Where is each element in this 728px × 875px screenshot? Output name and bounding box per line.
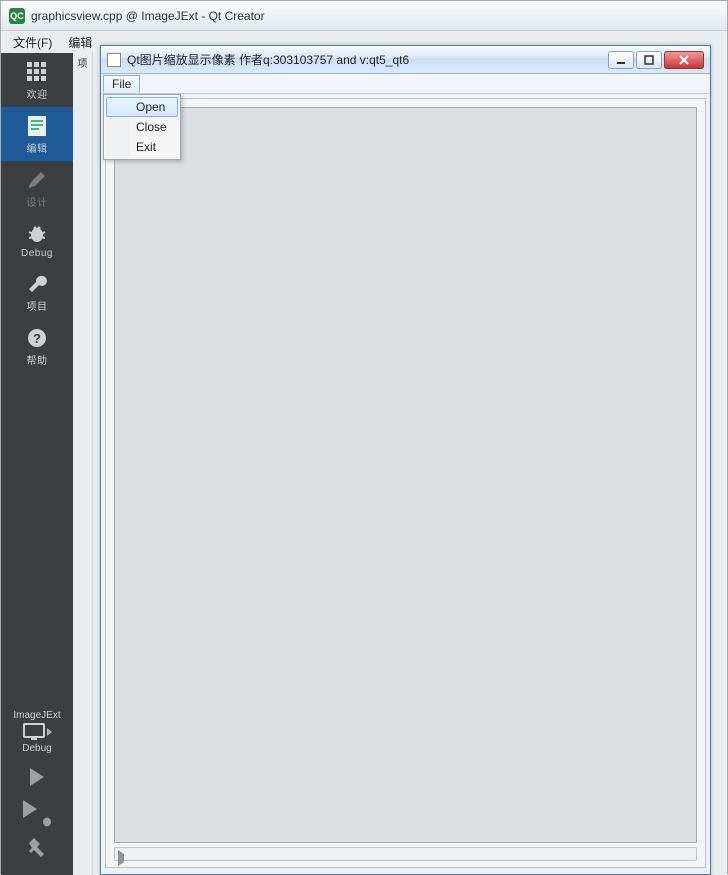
close-button[interactable] [664,51,704,69]
sidebar-help[interactable]: ? 帮助 [1,319,73,373]
main-titlebar[interactable]: QC graphicsview.cpp @ ImageJExt - Qt Cre… [1,1,727,31]
run-button[interactable] [30,768,44,786]
sidebar-item-label: 编辑 [27,140,48,155]
run-debug-button[interactable] [23,800,51,824]
pencil-icon [26,169,48,191]
menu-item-open[interactable]: Open [106,97,178,117]
sidebar-item-label: 欢迎 [27,86,48,101]
child-menubar: File [101,74,710,94]
sidebar-item-label: 设计 [27,194,48,209]
sidebar-item-label: Debug [21,248,53,259]
sidebar-project[interactable]: 项目 [1,265,73,319]
menu-item-close[interactable]: Close [106,117,178,137]
menu-item-exit[interactable]: Exit [106,137,178,157]
grid-icon [26,61,48,83]
main-title: graphicsview.cpp @ ImageJExt - Qt Creato… [31,9,265,23]
horizontal-scrollbar[interactable] [114,847,697,861]
child-menu-file[interactable]: File [103,75,140,93]
main-window: QC graphicsview.cpp @ ImageJExt - Qt Cre… [0,0,728,874]
minimize-button[interactable] [608,51,634,69]
child-title: Qt图片缩放显示像素 作者q:303103757 and v:qt5_qt6 [127,51,608,68]
menu-edit[interactable]: 编辑 [60,32,100,53]
sidebar-design[interactable]: 设计 [1,161,73,215]
chevron-right-icon [47,728,52,736]
child-app-icon [107,53,121,67]
menu-file[interactable]: 文件(F) [5,32,60,53]
child-titlebar[interactable]: Qt图片缩放显示像素 作者q:303103757 and v:qt5_qt6 [101,46,710,74]
app-icon: QC [9,8,25,24]
document-icon [26,115,48,137]
kit-name[interactable]: ImageJExt [13,710,60,721]
target-selector[interactable] [23,723,52,741]
svg-text:?: ? [33,331,41,346]
sidebar-editor[interactable]: 编辑 [1,107,73,161]
window-buttons [608,51,704,69]
sidebar-item-label: 项目 [27,298,48,313]
project-strip[interactable]: 项 [73,53,93,875]
file-dropdown: Open Close Exit [103,94,181,160]
graphics-view[interactable] [114,107,697,843]
help-icon: ? [26,327,48,349]
sidebar-welcome[interactable]: 欢迎 [1,53,73,107]
wrench-icon [26,273,48,295]
build-config[interactable]: Debug [22,743,51,754]
mode-sidebar: 欢迎 编辑 设计 Debug [1,53,73,875]
maximize-button[interactable] [636,51,662,69]
sidebar-debug[interactable]: Debug [1,215,73,265]
bug-overlay-icon [41,814,53,826]
child-window: Qt图片缩放显示像素 作者q:303103757 and v:qt5_qt6 F… [100,45,711,875]
sidebar-bottom: ImageJExt Debug [1,704,73,875]
monitor-icon [23,723,45,741]
child-client-area [105,98,706,868]
sidebar-item-label: 帮助 [27,352,48,367]
build-button[interactable] [26,836,48,863]
strip-label: 项 [78,55,88,70]
bug-icon [26,223,48,245]
